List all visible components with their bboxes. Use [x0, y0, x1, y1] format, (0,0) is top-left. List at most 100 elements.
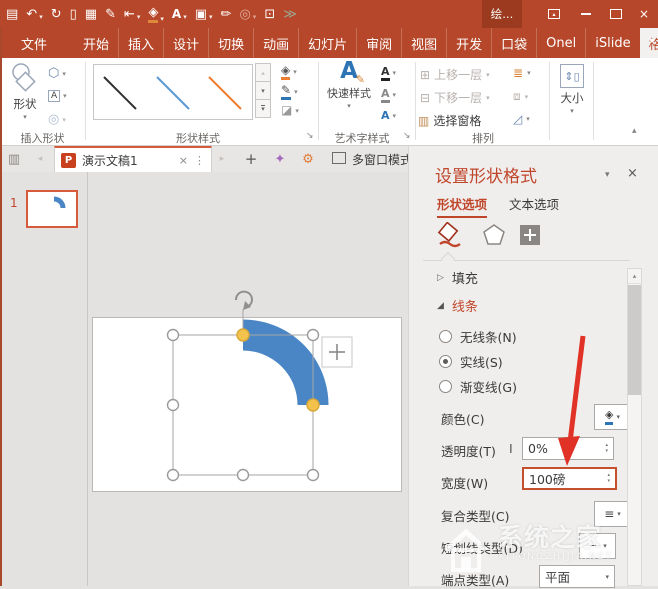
indent-icon[interactable]: ⇤▾: [124, 8, 140, 21]
multi-window-mode-button[interactable]: 多窗口模式: [328, 146, 418, 172]
magic-wand-icon[interactable]: ✦: [268, 146, 292, 172]
line-style-preset-orange[interactable]: [199, 65, 252, 119]
shape-fill-button[interactable]: ◈▾: [281, 64, 297, 80]
line-color-button[interactable]: ◈ ▾: [594, 404, 631, 430]
resize-handle-w[interactable]: [168, 400, 179, 411]
insert-placeholder-button[interactable]: [322, 337, 352, 367]
dash-type-button[interactable]: ╌╌ ▾: [579, 533, 616, 559]
tab-insert[interactable]: 插入: [118, 28, 163, 58]
text-fill-button[interactable]: A▾: [381, 65, 396, 81]
radio-circle-selected[interactable]: [439, 355, 452, 368]
close-button[interactable]: ×: [630, 0, 658, 28]
align-button[interactable]: ≣▾: [513, 66, 531, 80]
session-manager-icon[interactable]: ▥: [2, 146, 26, 172]
cap-type-select[interactable]: 平面 ▾: [539, 565, 615, 588]
radio-circle[interactable]: [439, 330, 452, 343]
fill-section-header[interactable]: ▷ 填充: [437, 268, 478, 287]
adjustment-handle-start[interactable]: [237, 329, 249, 341]
slide-selection-overlay[interactable]: [85, 278, 415, 506]
width-input[interactable]: 100磅 ▴▾: [522, 467, 617, 490]
paste-dropdown-icon[interactable]: ▾: [209, 14, 213, 21]
radio-solid-line[interactable]: 实线(S): [439, 352, 503, 371]
quick-styles-button[interactable]: A✎ 快速样式 ▾: [324, 60, 374, 110]
resize-handle-nw[interactable]: [168, 330, 179, 341]
merge-shapes-icon[interactable]: ◎▾: [239, 8, 256, 21]
resize-handle-s[interactable]: [238, 470, 249, 481]
font-color-dropdown-icon[interactable]: ▾: [183, 14, 187, 21]
table-icon[interactable]: ▦: [85, 8, 97, 21]
panel-tab-shape-options[interactable]: 形状选项: [437, 194, 487, 218]
line-section-header[interactable]: ◢ 线条: [437, 296, 478, 315]
panel-close-icon[interactable]: ×: [627, 166, 638, 181]
new-tab-icon[interactable]: +: [240, 146, 262, 172]
tab-animations[interactable]: 动画: [253, 28, 298, 58]
tab-scroll-left-icon[interactable]: ◂: [32, 146, 48, 172]
contextual-tab-drawing-tools[interactable]: 绘...: [482, 0, 522, 28]
paste-icon[interactable]: ▣▾: [195, 8, 213, 21]
text-effects-button[interactable]: A▾: [381, 109, 396, 122]
adjustment-handle-end[interactable]: [307, 399, 319, 411]
text-outline-button[interactable]: A▾: [381, 87, 396, 103]
shapes-gallery-button[interactable]: 形状 ▾: [6, 62, 44, 121]
shape-effects-button[interactable]: ◪▾: [281, 104, 299, 117]
panel-scrollbar[interactable]: ▴: [627, 268, 642, 586]
panel-tab-text-options[interactable]: 文本选项: [509, 194, 559, 213]
gallery-scroll-up-button[interactable]: ▴: [255, 63, 271, 82]
group-objects-button[interactable]: ⧈▾: [513, 89, 528, 104]
more-commands-icon[interactable]: ≫: [283, 8, 297, 21]
transparency-slider[interactable]: I: [509, 441, 513, 456]
arc-shape[interactable]: [243, 335, 313, 405]
tab-onekey[interactable]: Onel: [536, 28, 585, 58]
fill-color-icon[interactable]: ◈▾: [148, 6, 164, 23]
tab-pocket[interactable]: 口袋: [491, 28, 536, 58]
width-spinner[interactable]: ▴▾: [607, 473, 610, 484]
gallery-more-button[interactable]: ▾: [255, 99, 271, 118]
collapse-ribbon-icon[interactable]: ▴: [632, 126, 637, 136]
selection-pane-button[interactable]: ▥选择窗格: [418, 112, 481, 129]
eyedropper-icon[interactable]: ✎: [105, 8, 116, 21]
radio-gradient-line[interactable]: 渐变线(G): [439, 377, 517, 396]
tab-developer[interactable]: 开发: [446, 28, 491, 58]
tab-format[interactable]: 格式: [640, 28, 658, 58]
shape-styles-gallery[interactable]: [93, 64, 253, 120]
resize-handle-sw[interactable]: [168, 470, 179, 481]
indent-dropdown-icon[interactable]: ▾: [137, 14, 141, 21]
line-style-preset-blue[interactable]: [147, 65, 200, 119]
save-icon[interactable]: ▤: [6, 8, 18, 21]
new-file-icon[interactable]: ▯: [70, 8, 77, 21]
tab-review[interactable]: 审阅: [356, 28, 401, 58]
rotate-button[interactable]: ◿▾: [513, 112, 530, 126]
font-color-icon[interactable]: A▾: [172, 8, 187, 21]
bring-forward-button[interactable]: ⊞上移一层▾: [420, 66, 490, 83]
undo-dropdown-icon[interactable]: ▾: [39, 14, 43, 21]
panel-options-dropdown-icon[interactable]: ▾: [605, 170, 610, 180]
wordart-dialog-launcher-icon[interactable]: ↘: [403, 131, 411, 141]
tab-home[interactable]: 开始: [74, 28, 118, 58]
scrollbar-up-icon[interactable]: ▴: [628, 269, 641, 284]
gallery-scroll-down-button[interactable]: ▾: [255, 81, 271, 100]
center-object-icon[interactable]: ⊡: [264, 8, 275, 21]
format-painter-icon[interactable]: ✏: [221, 8, 232, 21]
ribbon-display-options-button[interactable]: ▴: [540, 0, 568, 28]
radio-circle[interactable]: [439, 380, 452, 393]
tab-design[interactable]: 设计: [163, 28, 208, 58]
resize-handle-ne[interactable]: [308, 330, 319, 341]
document-tab-menu-icon[interactable]: ⋮: [194, 154, 205, 167]
restore-button[interactable]: [602, 0, 630, 28]
document-tab-active[interactable]: P 演示文稿1 × ⋮: [54, 146, 212, 172]
transparency-spinner[interactable]: ▴▾: [605, 443, 608, 454]
tab-scroll-right-icon[interactable]: ▸: [214, 146, 230, 172]
tab-islide[interactable]: iSlide: [585, 28, 639, 58]
shape-styles-dialog-launcher-icon[interactable]: ↘: [306, 131, 314, 141]
redo-icon[interactable]: ↻: [51, 8, 62, 21]
line-style-preset-black[interactable]: [94, 65, 147, 119]
merge-shapes-button[interactable]: ◎▾: [48, 112, 66, 127]
resize-handle-se[interactable]: [308, 470, 319, 481]
undo-icon[interactable]: ↶▾: [26, 8, 42, 21]
edit-shape-button[interactable]: ⬡▾: [48, 66, 66, 81]
effects-pentagon-icon[interactable]: [481, 222, 507, 248]
tab-transitions[interactable]: 切换: [208, 28, 253, 58]
compound-type-button[interactable]: ≡ ▾: [594, 501, 631, 527]
settings-gear-icon[interactable]: ⚙: [296, 146, 320, 172]
size-properties-icon[interactable]: [517, 222, 543, 248]
